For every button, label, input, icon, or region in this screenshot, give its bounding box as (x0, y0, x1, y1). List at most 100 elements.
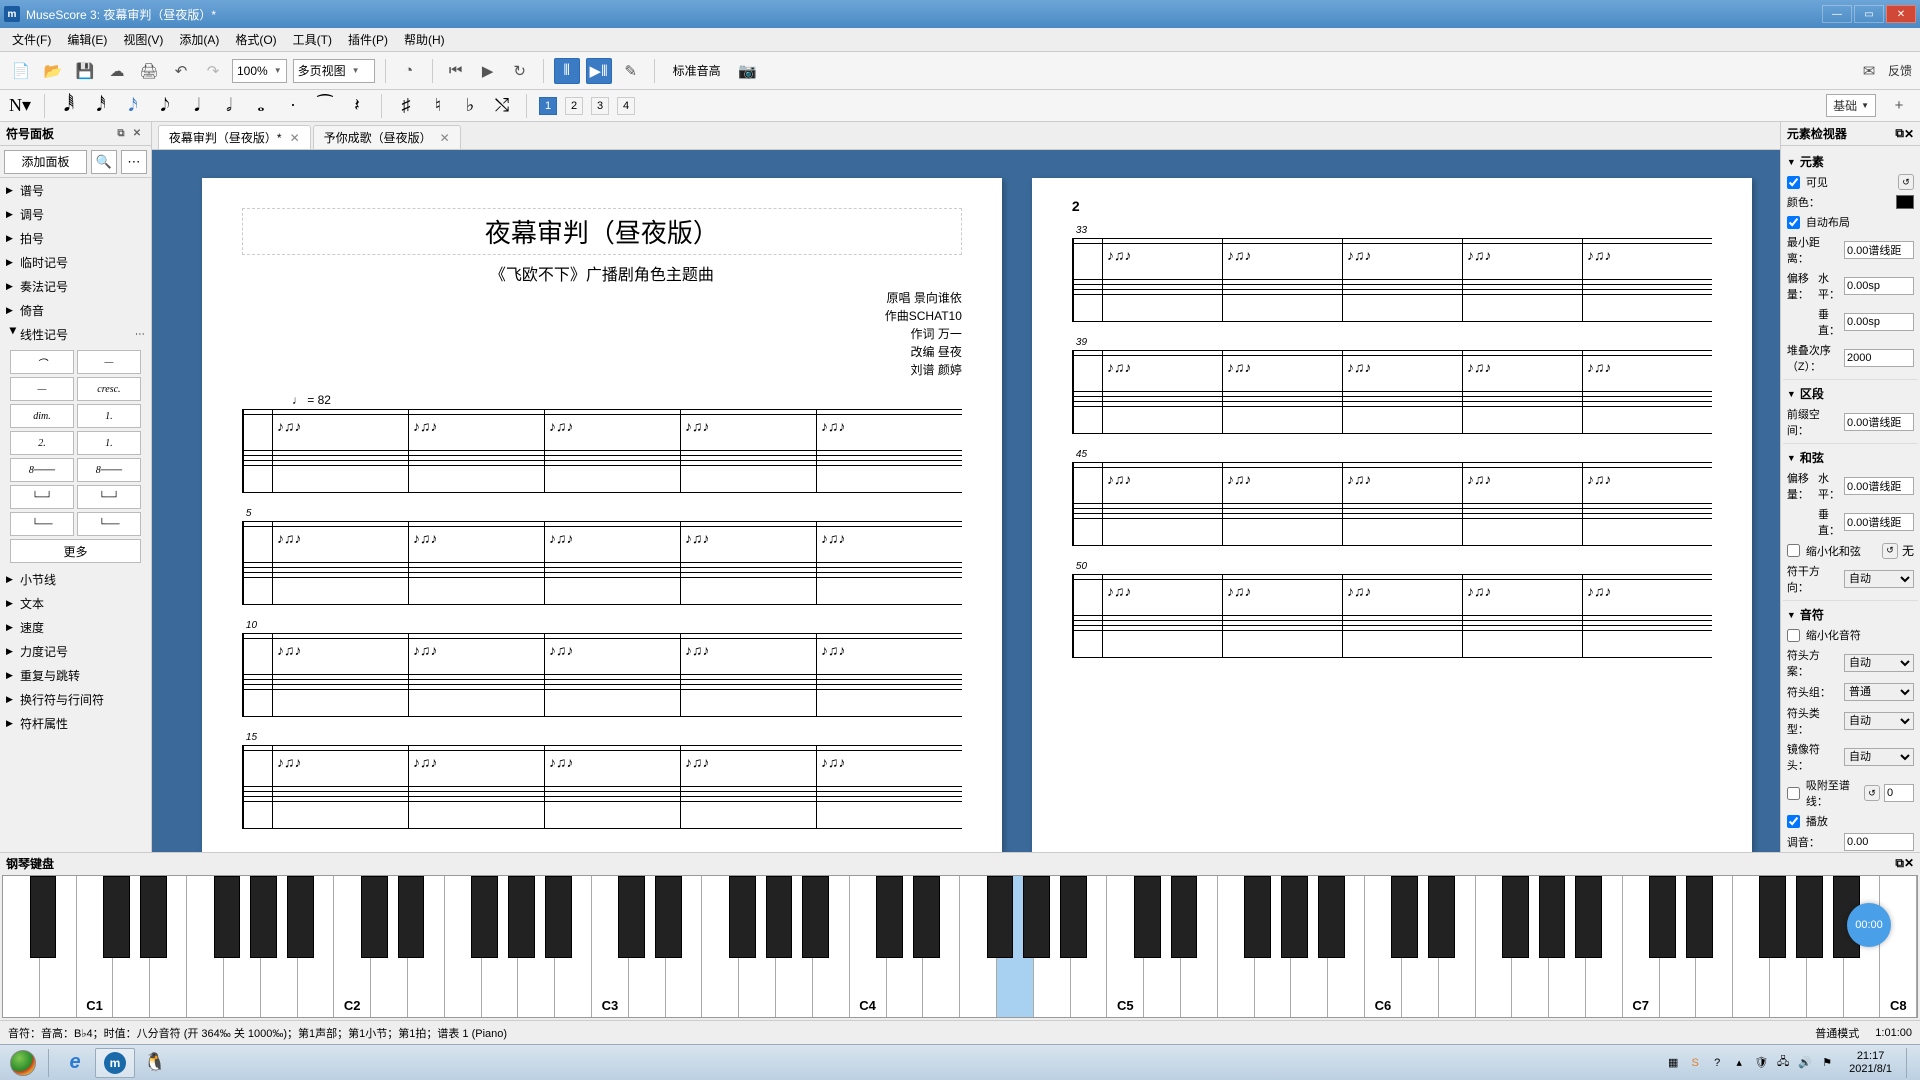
start-button[interactable] (4, 1048, 42, 1078)
palette-cell[interactable]: └─┘ (10, 485, 74, 509)
chord-offset-y-input[interactable] (1844, 513, 1914, 531)
tray-shield-icon[interactable]: 🛡 (1753, 1055, 1769, 1071)
menu-edit[interactable]: 编辑(E) (59, 31, 115, 48)
loop-out-icon[interactable]: ▶⦀ (586, 58, 612, 84)
palette-close-icon[interactable]: ✕ (129, 126, 145, 142)
palette-item[interactable]: ▶谱号 (0, 178, 151, 202)
note-16th-icon[interactable]: 𝅘𝅥𝅯 (121, 94, 145, 118)
palette-undock-icon[interactable]: ⧉ (113, 126, 129, 142)
piano-black-key[interactable] (1318, 876, 1345, 958)
palette-cell[interactable]: 8─── (10, 458, 74, 482)
palette-item[interactable]: ▶符杆属性 (0, 711, 151, 735)
countoff-icon[interactable]: ✎ (618, 58, 644, 84)
palette-item[interactable]: ▶小节线 (0, 567, 151, 591)
chord-offset-x-input[interactable] (1844, 477, 1914, 495)
menu-plugins[interactable]: 插件(P) (340, 31, 396, 48)
color-swatch[interactable] (1896, 195, 1914, 209)
palette-cell[interactable]: ⌒ (10, 350, 74, 374)
piano-black-key[interactable] (1060, 876, 1087, 958)
offset-y-input[interactable] (1844, 313, 1914, 331)
cloud-icon[interactable]: ☁ (104, 58, 130, 84)
redo-icon[interactable]: ↷ (200, 58, 226, 84)
menu-view[interactable]: 视图(V) (115, 31, 171, 48)
reset-icon[interactable]: ↺ (1882, 543, 1898, 559)
autoplace-checkbox[interactable] (1787, 216, 1800, 229)
play-checkbox[interactable] (1787, 815, 1800, 828)
undo-icon[interactable]: ↶ (168, 58, 194, 84)
min-distance-input[interactable] (1844, 241, 1914, 259)
palette-cell[interactable]: 8─── (77, 458, 141, 482)
print-icon[interactable]: 🖨 (136, 58, 162, 84)
note-32nd-icon[interactable]: 𝅘𝅥𝅰 (89, 94, 113, 118)
head-scheme-select[interactable]: 自动 (1844, 654, 1914, 672)
piano-black-key[interactable] (1391, 876, 1418, 958)
piano-black-key[interactable] (766, 876, 793, 958)
tray-chevron-icon[interactable]: ▴ (1731, 1055, 1747, 1071)
add-palette-button[interactable]: 添加面板 (4, 150, 87, 174)
score-viewport[interactable]: 夜幕审判（昼夜版） 《飞欧不下》广播剧角色主题曲 原唱 景向谁依作曲SCHAT1… (152, 150, 1780, 852)
piano-black-key[interactable] (30, 876, 57, 958)
dot-icon[interactable]: · (281, 94, 305, 118)
voice-3-button[interactable]: 3 (591, 97, 609, 115)
palette-item[interactable]: ▶线性记号⋯ (0, 322, 151, 346)
score-metadata[interactable]: 原唱 景向谁依作曲SCHAT10作词 万一改编 昼夜刘谱 颜婷 (242, 289, 962, 379)
taskbar-ie-icon[interactable]: e (55, 1048, 95, 1078)
feedback-link[interactable]: 反馈 (1888, 62, 1912, 79)
piano-undock-icon[interactable]: ⧉ (1895, 856, 1904, 871)
stacking-input[interactable] (1844, 349, 1914, 367)
show-desktop-button[interactable] (1906, 1048, 1916, 1078)
piano-black-key[interactable] (1539, 876, 1566, 958)
tray-icon[interactable]: ? (1709, 1055, 1725, 1071)
new-file-icon[interactable]: 📄 (8, 58, 34, 84)
score-subtitle[interactable]: 《飞欧不下》广播剧角色主题曲 (242, 261, 962, 285)
loop-in-icon[interactable]: ⦀ (554, 58, 580, 84)
leading-space-input[interactable] (1844, 413, 1914, 431)
inspector-undock-icon[interactable]: ⧉ (1895, 126, 1904, 141)
tray-icon[interactable]: ▦ (1665, 1055, 1681, 1071)
music-system[interactable] (242, 409, 962, 493)
piano-black-key[interactable] (913, 876, 940, 958)
loop-icon[interactable]: ↻ (507, 58, 533, 84)
palette-item[interactable]: ▶换行符与行间符 (0, 687, 151, 711)
palette-cell[interactable]: 1. (77, 431, 141, 455)
piano-close-icon[interactable]: ✕ (1904, 856, 1914, 870)
palette-cell[interactable]: — (10, 377, 74, 401)
palette-item[interactable]: ▶调号 (0, 202, 151, 226)
piano-black-key[interactable] (802, 876, 829, 958)
menu-format[interactable]: 格式(O) (227, 31, 284, 48)
voice-4-button[interactable]: 4 (617, 97, 635, 115)
stem-direction-select[interactable]: 自动 (1844, 570, 1914, 588)
piano-black-key[interactable] (1171, 876, 1198, 958)
palette-item[interactable]: ▶临时记号 (0, 250, 151, 274)
piano-black-key[interactable] (655, 876, 682, 958)
tuning-input[interactable] (1844, 833, 1914, 851)
palette-item[interactable]: ▶速度 (0, 615, 151, 639)
small-chord-checkbox[interactable] (1787, 544, 1800, 557)
small-note-checkbox[interactable] (1787, 629, 1800, 642)
voice-1-button[interactable]: 1 (539, 97, 557, 115)
piano-black-key[interactable] (618, 876, 645, 958)
sharp-icon[interactable]: ♯ (394, 94, 418, 118)
menu-add[interactable]: 添加(A) (171, 31, 227, 48)
music-system[interactable]: 33 (1072, 238, 1712, 322)
view-select[interactable]: 多页视图▼ (293, 59, 375, 83)
palette-search-icon[interactable]: 🔍 (91, 150, 117, 174)
piano-black-key[interactable] (250, 876, 277, 958)
menu-file[interactable]: 文件(F) (4, 31, 59, 48)
piano-black-key[interactable] (1023, 876, 1050, 958)
piano-black-key[interactable] (987, 876, 1014, 958)
palette-more-icon[interactable]: ⋯ (121, 150, 147, 174)
palette-cell[interactable]: — (77, 350, 141, 374)
minimize-button[interactable]: — (1822, 5, 1852, 23)
note-whole-icon[interactable]: 𝅝 (249, 94, 273, 118)
palette-item[interactable]: ▶奏法记号 (0, 274, 151, 298)
piano-black-key[interactable] (398, 876, 425, 958)
play-icon[interactable]: ▶ (475, 58, 501, 84)
menu-help[interactable]: 帮助(H) (396, 31, 453, 48)
tray-icon[interactable]: S (1687, 1055, 1703, 1071)
tray-network-icon[interactable]: 🖧 (1775, 1055, 1791, 1071)
piano-black-key[interactable] (287, 876, 314, 958)
close-button[interactable]: ✕ (1886, 5, 1916, 23)
zoom-select[interactable]: 100%▼ (232, 59, 287, 83)
palette-item[interactable]: ▶倚音 (0, 298, 151, 322)
